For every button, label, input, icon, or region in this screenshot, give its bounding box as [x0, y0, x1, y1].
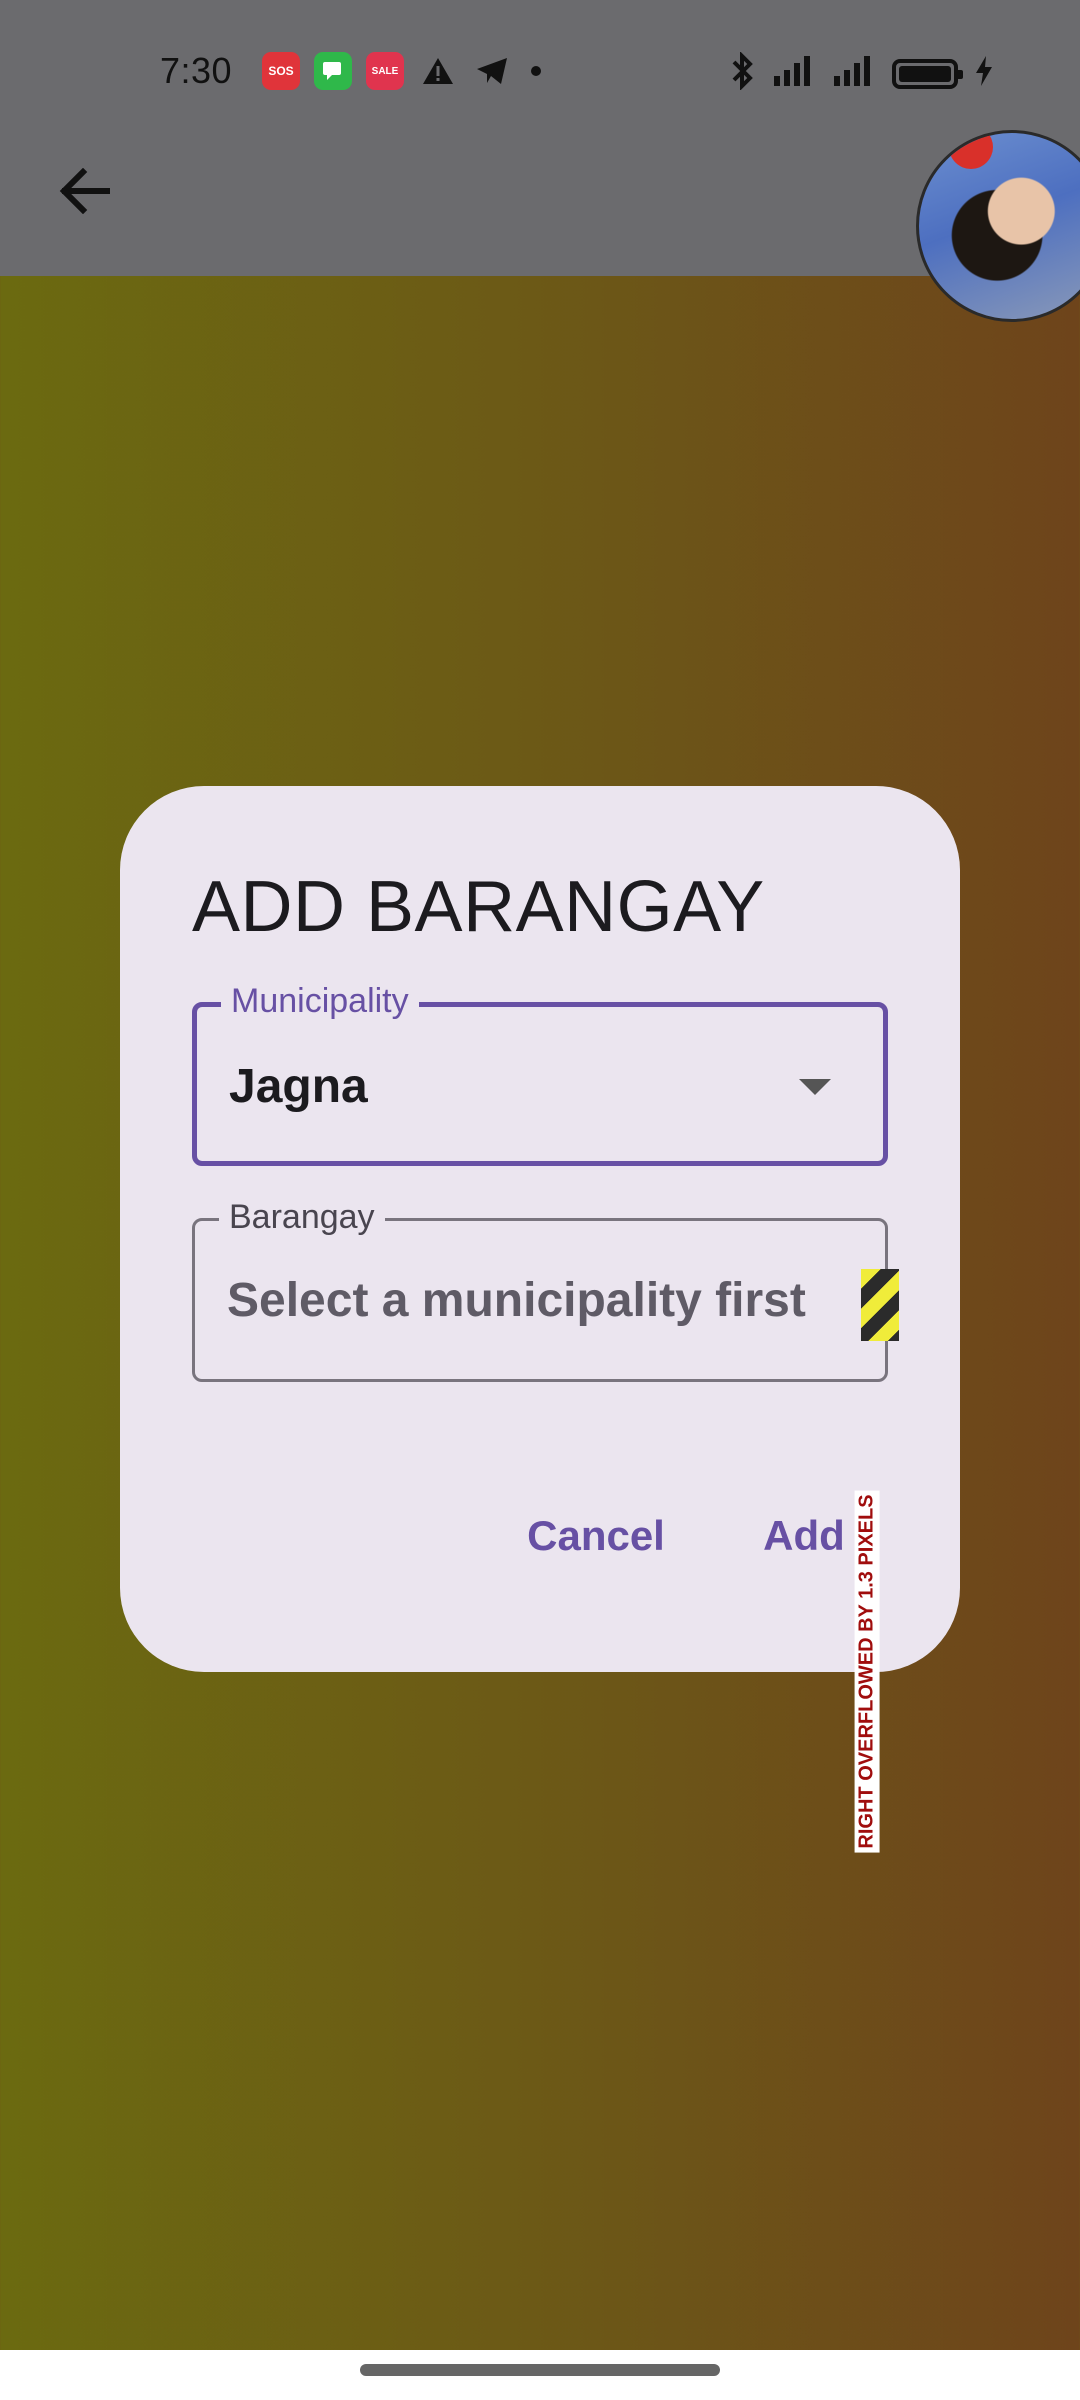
battery-icon	[892, 58, 963, 89]
municipality-label: Municipality	[221, 981, 419, 1021]
navigation-bar	[0, 2350, 1080, 2400]
messages-icon	[314, 52, 352, 90]
charging-icon	[974, 54, 994, 93]
telegram-icon	[472, 52, 512, 90]
barangay-dropdown[interactable]: Barangay Select a municipality first	[192, 1197, 899, 1382]
add-barangay-dialog: ADD BARANGAY Municipality Jagna Barangay…	[120, 786, 960, 1853]
sale-shop-icon: SALE	[366, 52, 404, 90]
add-button[interactable]: Add	[732, 1486, 876, 1586]
back-button[interactable]	[44, 150, 126, 232]
overflow-stripe-indicator	[861, 1269, 899, 1341]
notification-icons: SOS SALE	[262, 52, 546, 90]
cancel-button[interactable]: Cancel	[484, 1486, 708, 1586]
dialog-title: ADD BARANGAY	[192, 867, 765, 947]
dialog-actions: Cancel Add	[120, 1486, 960, 1586]
dropdown-caret-icon[interactable]	[799, 1079, 831, 1095]
bluetooth-icon	[728, 51, 756, 95]
dot-icon	[526, 52, 546, 90]
barangay-placeholder: Select a municipality first	[227, 1274, 806, 1327]
municipality-dropdown[interactable]: Municipality Jagna	[192, 981, 888, 1166]
system-icons	[728, 51, 994, 95]
warning-icon	[418, 52, 458, 90]
home-indicator[interactable]	[360, 2364, 720, 2376]
signal-icon	[772, 54, 816, 93]
municipality-value: Jagna	[229, 1060, 368, 1113]
signal-icon	[832, 54, 876, 93]
arrow-back-icon	[59, 168, 110, 214]
barangay-label: Barangay	[219, 1197, 385, 1237]
sos-icon: SOS	[262, 52, 300, 90]
status-time: 7:30	[160, 50, 233, 91]
